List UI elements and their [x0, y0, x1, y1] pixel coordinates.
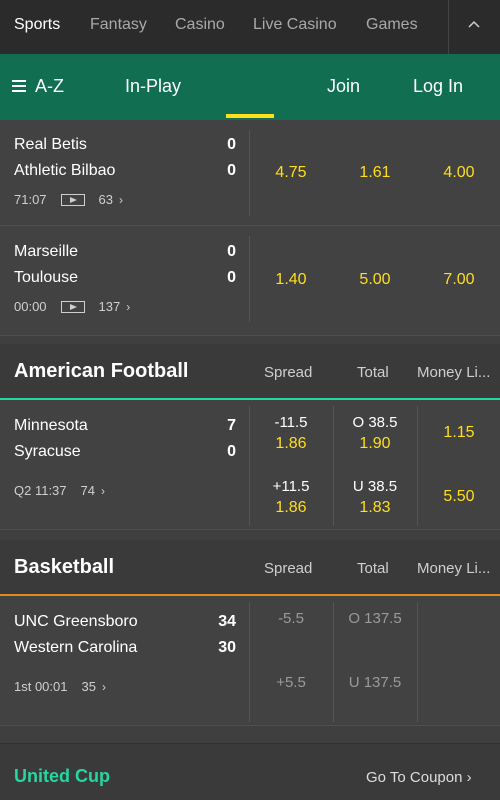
column-money-line: Money Li... — [417, 560, 491, 577]
collapse-nav-button[interactable] — [448, 0, 500, 54]
home-score: 7 — [227, 417, 236, 434]
odds-draw[interactable]: 5.00 — [335, 271, 415, 289]
divider — [417, 406, 418, 526]
chevron-right-icon: › — [466, 769, 472, 786]
divider — [249, 602, 250, 722]
tab-fantasy[interactable]: Fantasy — [90, 16, 147, 34]
total-line-over: O 38.5 — [352, 414, 398, 431]
column-spread: Spread — [264, 364, 313, 381]
section-title: American Football — [14, 360, 189, 382]
markets-count[interactable]: 35 — [82, 679, 96, 694]
odds-away[interactable]: 4.00 — [419, 164, 499, 182]
divider — [249, 130, 250, 216]
match-meta: 71:07 63 › — [14, 192, 123, 207]
away-score: 30 — [218, 639, 236, 656]
match-meta: 1st 00:01 35 › — [14, 679, 106, 694]
money-line-home[interactable]: 1.15 — [419, 424, 499, 442]
main-header: A-Z In-Play Join Log In — [0, 54, 500, 120]
spread-odds-away[interactable]: 1.86 — [251, 499, 331, 517]
total-odds-under[interactable]: 1.83 — [335, 499, 415, 517]
column-total: Total — [357, 364, 389, 381]
tab-live-casino[interactable]: Live Casino — [253, 16, 337, 34]
tab-sports[interactable]: Sports — [14, 16, 60, 34]
home-score: 0 — [227, 243, 236, 260]
event-row[interactable]: Marseille Toulouse 0 0 00:00 137 › 1.40 … — [0, 226, 500, 336]
match-clock: 71:07 — [14, 192, 47, 207]
section-header-basketball[interactable]: Basketball Spread Total Money Li... — [0, 540, 500, 596]
total-line-under: U 38.5 — [352, 478, 398, 495]
money-line-away[interactable]: 5.50 — [419, 488, 499, 506]
chevron-right-icon: › — [119, 192, 124, 207]
section-title: Basketball — [14, 556, 115, 578]
markets-count[interactable]: 63 — [99, 192, 113, 207]
match-clock: 1st 00:01 — [14, 679, 68, 694]
divider — [333, 602, 334, 722]
odds-away[interactable]: 7.00 — [419, 271, 499, 289]
event-row[interactable]: Real Betis Athletic Bilbao 0 0 71:07 63 … — [0, 120, 500, 226]
home-team: UNC Greensboro — [14, 613, 138, 630]
active-indicator — [226, 114, 274, 118]
chevron-up-icon — [468, 20, 480, 28]
away-team: Syracuse — [14, 443, 81, 460]
az-menu-button[interactable]: A-Z — [35, 76, 64, 97]
spread-line-home: -5.5 — [278, 610, 304, 627]
in-play-link[interactable]: In-Play — [125, 76, 181, 97]
spread-odds-home[interactable]: 1.86 — [251, 435, 331, 453]
odds-draw[interactable]: 1.61 — [335, 164, 415, 182]
menu-icon[interactable] — [12, 80, 26, 95]
match-meta: Q2 11:37 74 › — [14, 483, 105, 498]
match-meta: 00:00 137 › — [14, 299, 130, 314]
total-line-over: O 137.5 — [348, 610, 402, 627]
match-clock: 00:00 — [14, 299, 47, 314]
coupon-banner[interactable]: United Cup Go To Coupon › — [0, 743, 500, 800]
spread-line-home: -11.5 — [274, 414, 308, 431]
total-odds-over[interactable]: 1.90 — [335, 435, 415, 453]
chevron-right-icon: › — [101, 483, 105, 498]
spread-line-away: +5.5 — [276, 674, 306, 691]
go-to-coupon-label: Go To Coupon — [366, 769, 463, 786]
tab-casino[interactable]: Casino — [175, 16, 225, 34]
divider — [249, 236, 250, 322]
markets-count[interactable]: 74 — [81, 483, 95, 498]
divider — [417, 602, 418, 722]
coupon-title: United Cup — [14, 766, 110, 786]
chevron-right-icon: › — [101, 679, 106, 694]
column-total: Total — [357, 560, 389, 577]
column-spread: Spread — [264, 560, 313, 577]
home-team: Minnesota — [14, 417, 88, 434]
spread-line-away: +11.5 — [272, 478, 310, 495]
sports-category-nav: Sports Fantasy Casino Live Casino Games — [0, 0, 500, 54]
odds-home[interactable]: 4.75 — [251, 164, 331, 182]
tab-games[interactable]: Games — [366, 16, 418, 34]
total-line-under: U 137.5 — [348, 674, 402, 691]
home-team: Marseille — [14, 243, 79, 260]
login-button[interactable]: Log In — [413, 76, 463, 97]
home-score: 0 — [227, 136, 236, 153]
match-clock: Q2 11:37 — [14, 483, 67, 498]
away-team: Western Carolina — [14, 639, 138, 656]
away-score: 0 — [227, 162, 236, 179]
live-stream-icon[interactable] — [60, 300, 85, 313]
event-row[interactable]: Minnesota Syracuse 7 0 Q2 11:37 74 › -11… — [0, 400, 500, 530]
event-row[interactable]: UNC Greensboro Western Carolina 34 30 1s… — [0, 596, 500, 726]
column-money-line: Money Li... — [417, 364, 491, 381]
markets-count[interactable]: 137 — [99, 299, 121, 314]
live-stream-icon[interactable] — [60, 193, 85, 206]
divider — [249, 406, 250, 526]
join-button[interactable]: Join — [327, 76, 360, 97]
away-score: 0 — [227, 269, 236, 286]
divider — [333, 406, 334, 526]
away-team: Toulouse — [14, 269, 79, 286]
go-to-coupon-link[interactable]: Go To Coupon › — [366, 769, 472, 786]
odds-home[interactable]: 1.40 — [251, 271, 331, 289]
chevron-right-icon: › — [126, 299, 131, 314]
away-team: Athletic Bilbao — [14, 162, 116, 179]
section-header-american-football[interactable]: American Football Spread Total Money Li.… — [0, 344, 500, 400]
home-score: 34 — [218, 613, 236, 630]
away-score: 0 — [227, 443, 236, 460]
home-team: Real Betis — [14, 136, 87, 153]
